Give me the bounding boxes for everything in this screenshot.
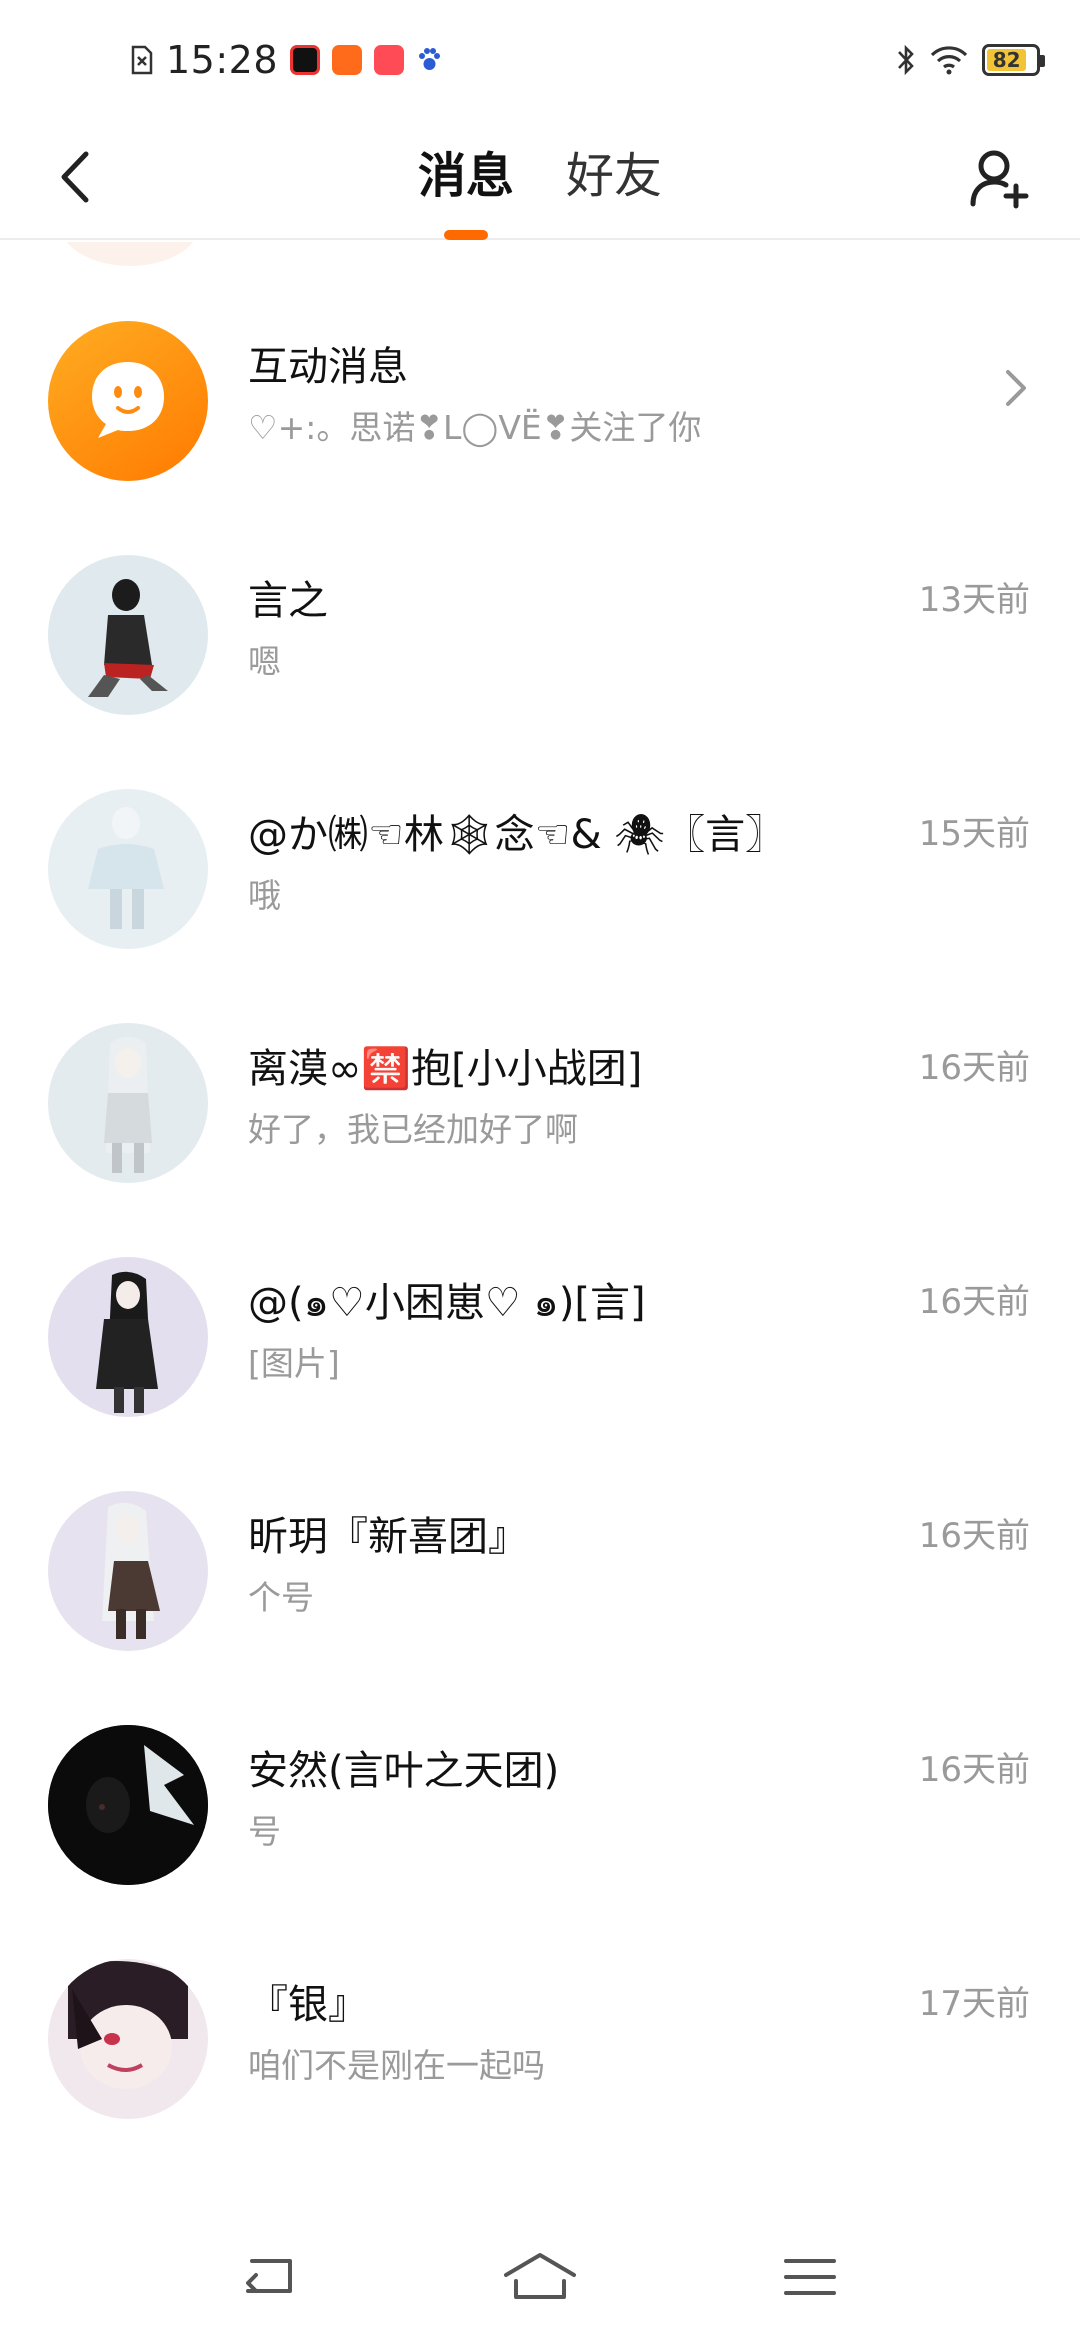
avatar-figure-icon (102, 1502, 160, 1639)
baidu-paw-icon (419, 48, 441, 70)
nav-home-button[interactable] (495, 2242, 585, 2312)
message-time: 16天前 (918, 1750, 1030, 1790)
message-time: 16天前 (918, 1282, 1030, 1322)
partial-avatar (60, 242, 200, 266)
list-item[interactable]: @(๑♡小困崽♡ ๑)[言] [图片] 16天前 (0, 1202, 1080, 1436)
message-list[interactable]: 互动消息 ♡+:。思诺❣L◯VË❣关注了你 言之 嗯 13天前 @か㈱☜林🕸念☜… (0, 242, 1080, 2212)
avatar-figure-icon (68, 1961, 188, 2089)
nav-home-icon (504, 2253, 576, 2299)
list-item-interaction[interactable]: 互动消息 ♡+:。思诺❣L◯VË❣关注了你 (0, 266, 1080, 500)
nav-back-icon (246, 2259, 292, 2293)
avatar (48, 1257, 208, 1417)
add-user-icon (970, 150, 1029, 209)
contact-name: @か㈱☜林🕸念☜& 🕷〖言〗 (248, 812, 786, 858)
avatar-figure-icon (96, 1271, 158, 1413)
list-item[interactable]: 言之 嗯 13天前 (0, 500, 1080, 734)
system-nav-bar (0, 2212, 1080, 2340)
avatar-figure-icon (88, 807, 164, 929)
avatar (48, 1725, 208, 1885)
avatar (48, 555, 208, 715)
message-time: 17天前 (918, 1984, 1030, 2024)
message-time: 16天前 (918, 1516, 1030, 1556)
message-preview: 号 (248, 1812, 281, 1851)
status-bar: 15:28 82 (0, 0, 1080, 120)
message-preview: 个号 (248, 1578, 314, 1617)
message-preview: [图片] (248, 1344, 340, 1383)
message-preview: 嗯 (248, 642, 281, 681)
tab-friends[interactable]: 好友 (566, 120, 662, 240)
message-time: 15天前 (918, 814, 1030, 854)
header: 消息 好友 (0, 120, 1080, 240)
kuaishou-app-icon (374, 45, 405, 75)
contact-name: @(๑♡小困崽♡ ๑)[言] (248, 1280, 646, 1326)
list-item[interactable]: 『银』 咱们不是刚在一起吗 17天前 (0, 1904, 1080, 2138)
message-time: 13天前 (918, 580, 1030, 620)
avatar (48, 1491, 208, 1651)
battery-icon: 82 (982, 44, 1045, 76)
chevron-right-icon (1006, 370, 1026, 406)
contact-name: 安然(言叶之天团) (248, 1748, 560, 1794)
avatar-figure-icon (104, 1037, 152, 1173)
avatar-figure-icon (88, 579, 168, 697)
bluetooth-icon (898, 44, 914, 76)
list-item[interactable]: 离漠∞🈲抱[小小战团] 好了，我已经加好了啊 16天前 (0, 968, 1080, 1202)
taobao-app-icon (332, 45, 363, 75)
contact-name: 离漠∞🈲抱[小小战团] (248, 1046, 643, 1092)
avatar (48, 789, 208, 949)
list-item[interactable]: 安然(言叶之天团) 号 16天前 (0, 1670, 1080, 1904)
message-preview: 哦 (248, 876, 281, 915)
status-left: 15:28 (130, 36, 442, 84)
battery-text: 82 (992, 48, 1021, 72)
sim-card-icon (131, 45, 153, 75)
contact-name: 言之 (248, 578, 328, 624)
contact-name: 互动消息 (248, 344, 408, 390)
message-time: 16天前 (918, 1048, 1030, 1088)
video-app-icon (290, 45, 321, 75)
avatar (48, 1023, 208, 1183)
contact-name: 昕玥『新喜团』 (248, 1514, 528, 1560)
nav-menu-button[interactable] (765, 2242, 855, 2312)
chat-ghost-icon (92, 362, 164, 438)
add-friend-button[interactable] (960, 138, 1040, 218)
message-preview: 咱们不是刚在一起吗 (248, 2046, 545, 2085)
message-preview: 好了，我已经加好了啊 (248, 1110, 578, 1149)
contact-name: 『银』 (248, 1982, 368, 2028)
message-preview: ♡+:。思诺❣L◯VË❣关注了你 (248, 408, 702, 447)
tab-bar: 消息 好友 (0, 120, 1080, 240)
nav-menu-icon (784, 2259, 836, 2295)
status-right: 82 (896, 40, 1045, 80)
tab-messages[interactable]: 消息 (418, 120, 514, 240)
avatar-figure-icon (48, 1725, 208, 1885)
list-item[interactable]: 昕玥『新喜团』 个号 16天前 (0, 1436, 1080, 1670)
avatar (48, 321, 208, 481)
status-time: 15:28 (166, 38, 279, 82)
battery-level: 82 (987, 48, 1027, 72)
avatar (48, 1959, 208, 2119)
wifi-icon (930, 46, 968, 75)
list-item[interactable]: @か㈱☜林🕸念☜& 🕷〖言〗 哦 15天前 (0, 734, 1080, 968)
nav-back-button[interactable] (225, 2242, 315, 2312)
